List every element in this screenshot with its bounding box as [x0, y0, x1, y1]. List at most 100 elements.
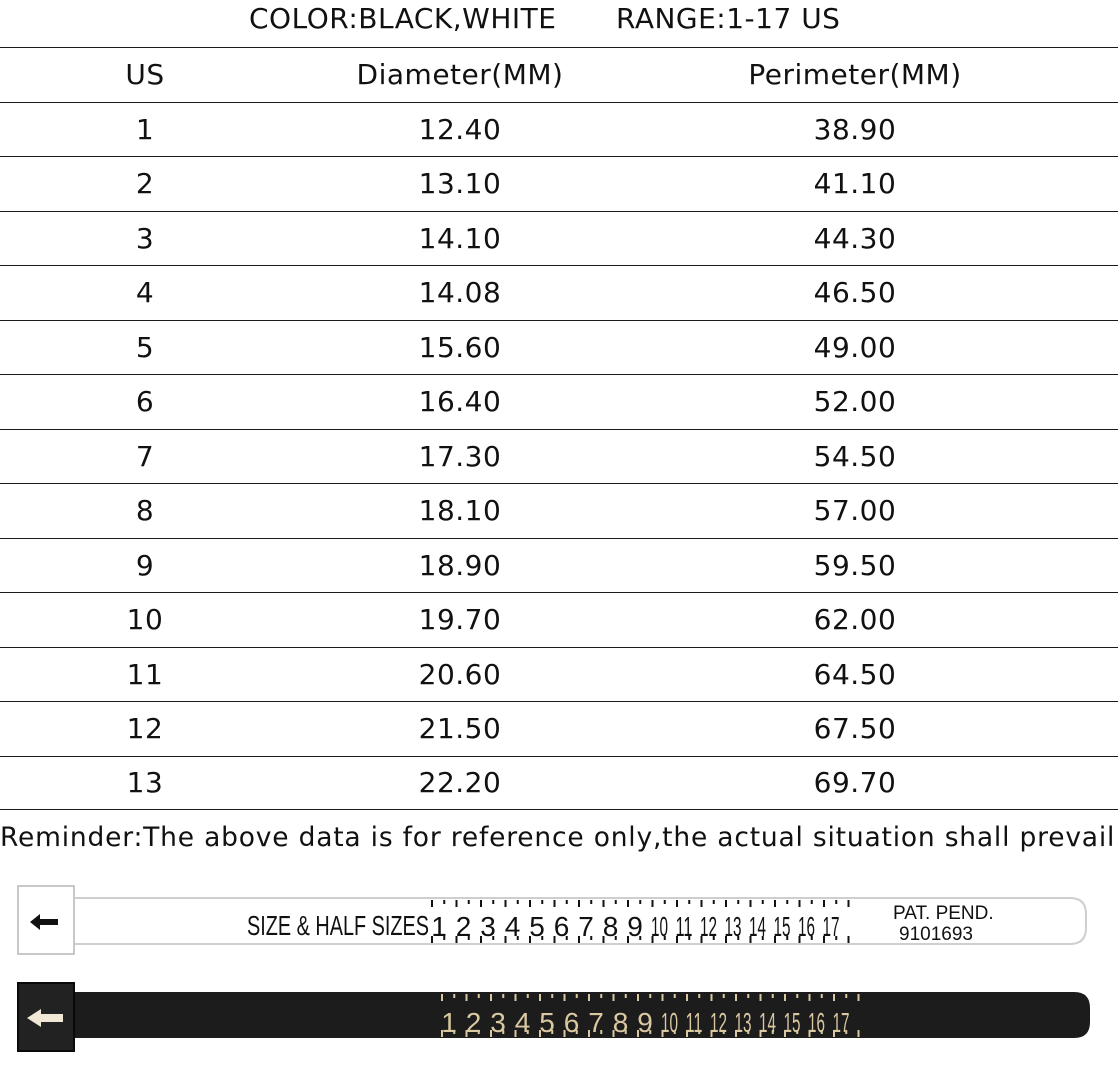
us-size-cell: 6: [135, 385, 155, 419]
table-row: 13 22.20 69.70: [0, 755, 1118, 810]
scale-tick: [529, 900, 531, 907]
scale-tick: [847, 900, 850, 907]
scale-tick: [712, 900, 715, 904]
diameter-cell: 15.60: [418, 330, 502, 364]
scale-tick: [455, 900, 458, 907]
scale-tick: [761, 900, 764, 904]
scale-tick: [759, 994, 762, 1001]
scale-tick: [786, 900, 789, 904]
range-label: RANGE:1-17 US: [616, 2, 841, 35]
size-number: 10: [651, 911, 668, 942]
scale-tick: [563, 994, 566, 1001]
scale-tick: [490, 994, 492, 1001]
scale-tick: [637, 994, 639, 1001]
size-number: 12: [710, 1007, 727, 1038]
table-row: 12 21.50 67.50: [0, 701, 1118, 756]
table-row: 1 12.40 38.90: [0, 101, 1118, 157]
scale-tick: [612, 994, 615, 1001]
us-size-cell: 1: [135, 112, 155, 146]
us-size-cell: 8: [135, 494, 155, 528]
perimeter-cell: 52.00: [813, 385, 897, 419]
scale-tick: [639, 900, 642, 904]
perimeter-cell: 38.90: [813, 112, 897, 146]
perimeter-cell: 46.50: [813, 276, 897, 310]
scale-tick: [810, 900, 813, 904]
size-number: 5: [539, 1007, 555, 1038]
us-size-cell: 13: [126, 766, 164, 800]
scale-tick: [823, 900, 825, 907]
size-number: 6: [554, 911, 570, 942]
scale-tick: [698, 994, 701, 998]
table-row: 7 17.30 54.50: [0, 428, 1118, 484]
scale-tick: [516, 900, 519, 904]
size-number: 16: [798, 911, 815, 942]
scale-tick: [835, 900, 838, 904]
scale-tick: [624, 994, 627, 998]
size-number: 9: [637, 1007, 653, 1038]
table-row: 8 18.10 57.00: [0, 483, 1118, 538]
us-size-cell: 2: [135, 167, 155, 201]
perimeter-cell: 54.50: [813, 439, 897, 473]
diameter-cell: 14.10: [418, 221, 502, 255]
perimeter-cell: 67.50: [813, 712, 897, 746]
scale-tick: [480, 900, 482, 907]
reminder-text: Reminder:The above data is for reference…: [0, 822, 1118, 853]
scale-tick: [502, 994, 505, 998]
table-row: 10 19.70 62.00: [0, 592, 1118, 647]
scale-tick: [737, 900, 740, 904]
table-row: 3 14.10 44.30: [0, 210, 1118, 266]
size-number: 14: [749, 911, 766, 942]
scale-tick: [735, 994, 737, 1001]
diameter-cell: 14.08: [418, 276, 502, 310]
size-number: 11: [676, 911, 693, 942]
size-number: 1: [441, 1007, 457, 1038]
size-number: 2: [466, 1007, 482, 1038]
us-size-cell: 11: [126, 657, 164, 691]
us-size-cell: 7: [135, 439, 155, 473]
patent-number: 9101693: [899, 924, 973, 945]
scale-tick: [808, 994, 811, 1001]
perimeter-cell: 62.00: [813, 603, 897, 637]
table-row: 4 14.08 46.50: [0, 265, 1118, 320]
black-sizer-numbers: 1 2 3 4 5 6 7 8 9 10 11 12 13 14 15 16 17: [441, 1007, 849, 1038]
us-size-cell: 12: [126, 712, 164, 746]
scale-tick: [710, 994, 713, 1001]
scale-tick: [539, 994, 541, 1001]
scale-tick: [578, 900, 580, 907]
scale-tick: [541, 900, 544, 904]
scale-tick: [722, 994, 725, 998]
scale-tick: [602, 900, 605, 907]
scale-tick: [443, 900, 446, 904]
scale-tick: [526, 994, 529, 998]
table-row: 9 18.90 59.50: [0, 537, 1118, 593]
scale-tick: [565, 900, 568, 904]
diameter-cell: 13.10: [418, 167, 502, 201]
black-ring-sizer: 1 2 3 4 5 6 7 8 9 10 11 12 13 14 15 16 17: [17, 982, 1090, 1052]
scale-tick: [676, 900, 678, 907]
table-row: 2 13.10 41.10: [0, 156, 1118, 211]
size-number: 2: [456, 911, 472, 942]
table-header-row: US Diameter(MM) Perimeter(MM): [0, 47, 1118, 102]
scale-tick: [833, 994, 835, 1001]
scale-tick: [796, 994, 799, 998]
column-header-perimeter: Perimeter(MM): [748, 58, 962, 92]
scale-tick: [663, 900, 666, 904]
scale-tick: [627, 900, 629, 907]
patent-pending-label: PAT. PEND.: [893, 903, 994, 924]
scale-tick: [673, 994, 676, 998]
diameter-cell: 12.40: [418, 112, 502, 146]
table-row: 11 20.60 64.50: [0, 646, 1118, 702]
scale-tick: [747, 994, 750, 998]
size-number: 8: [603, 911, 619, 942]
diameter-cell: 17.30: [418, 439, 502, 473]
us-size-cell: 4: [135, 276, 155, 310]
scale-tick: [649, 994, 652, 998]
scale-tick: [614, 900, 617, 904]
perimeter-cell: 64.50: [813, 657, 897, 691]
scale-tick: [575, 994, 578, 998]
scale-tick: [651, 900, 654, 907]
scale-tick: [857, 1030, 860, 1037]
size-number: 7: [588, 1007, 604, 1038]
scale-tick: [857, 994, 860, 1001]
size-number: 3: [480, 911, 496, 942]
